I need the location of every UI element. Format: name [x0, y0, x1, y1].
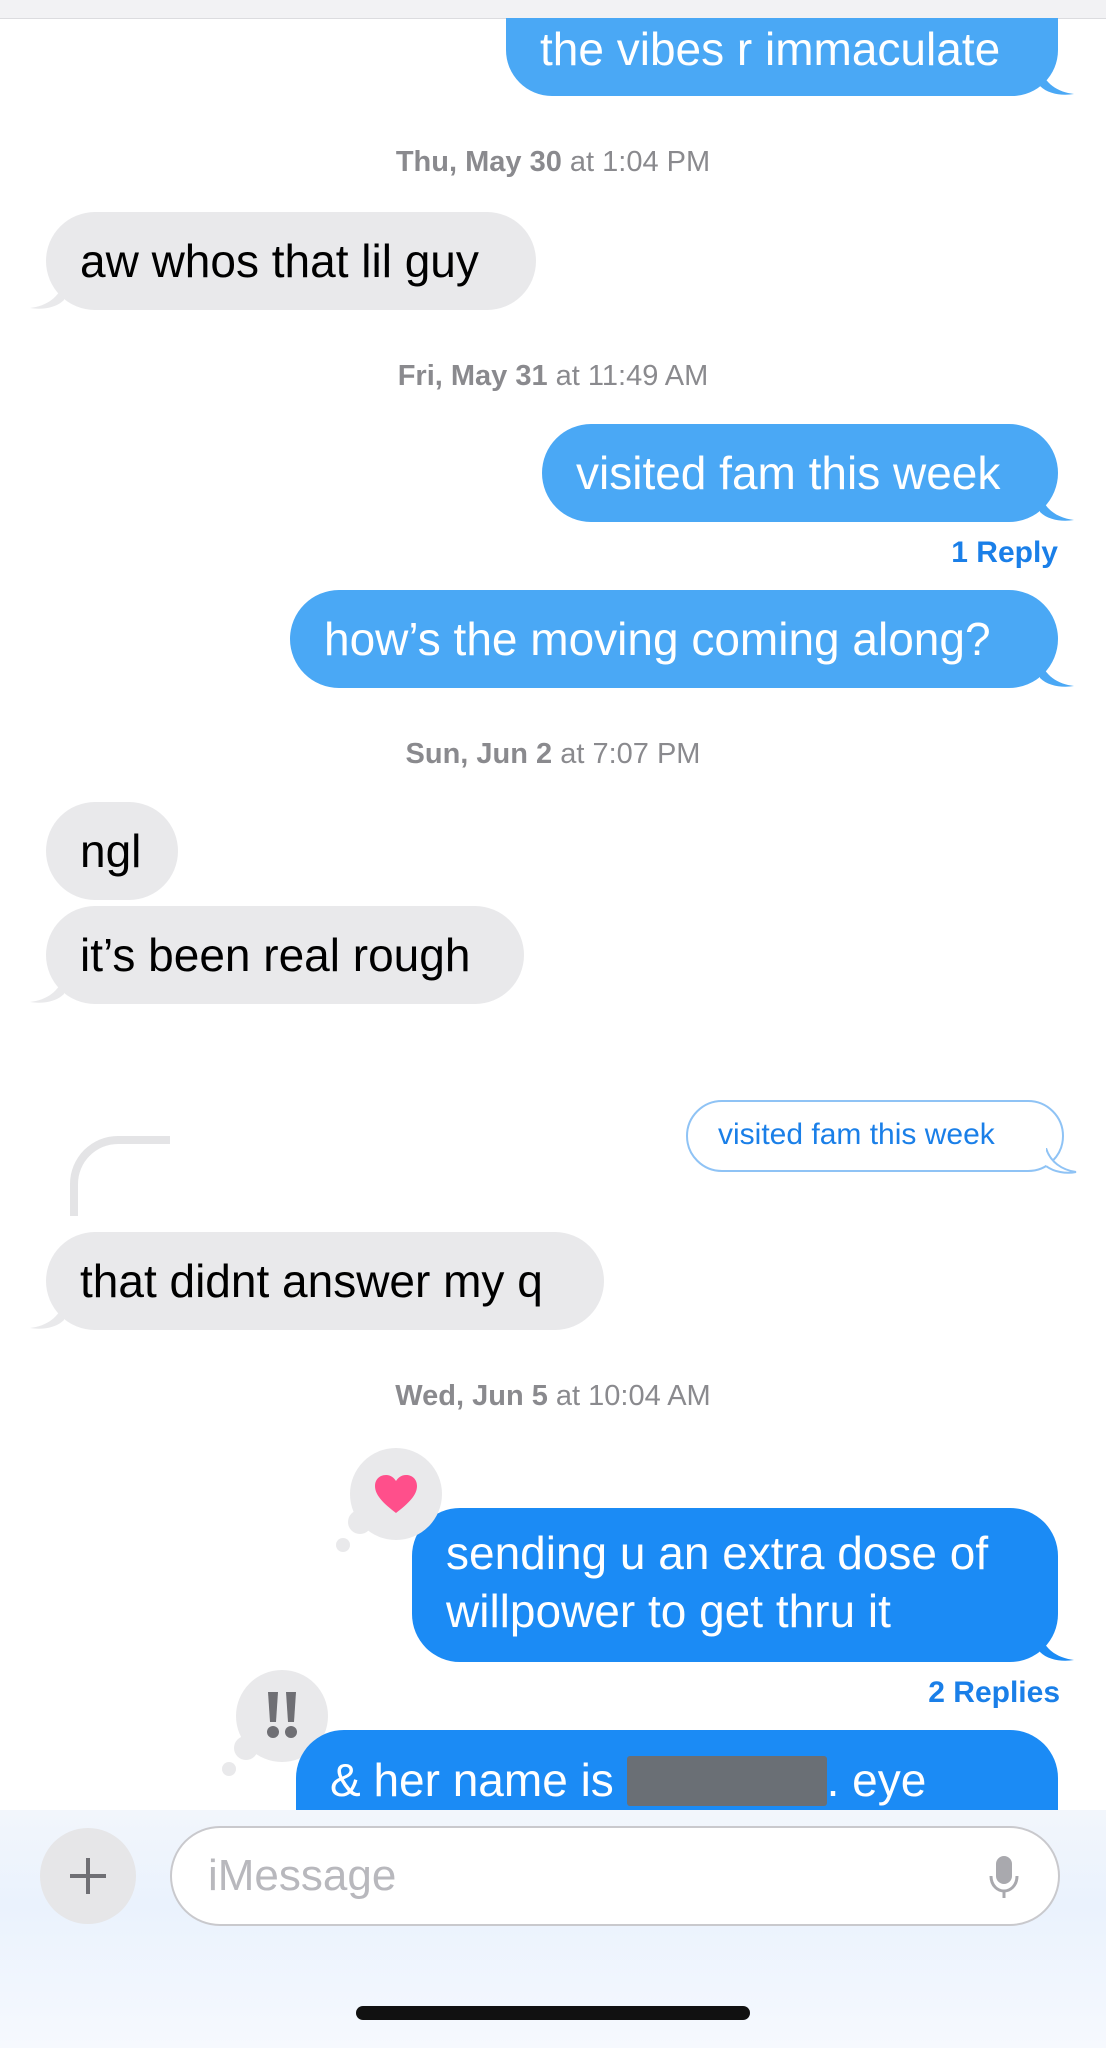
timestamp: Sun, Jun 2 at 7:07 PM: [405, 738, 701, 770]
message-text-line: willpower to get thru it: [446, 1585, 891, 1637]
message-bubble-outgoing[interactable]: the vibes r immaculate: [506, 18, 1058, 96]
message-input-placeholder: iMessage: [208, 1851, 397, 1900]
tapback-tail: [336, 1538, 350, 1552]
heart-icon: [375, 1475, 417, 1513]
bubble-tail: [1040, 66, 1074, 95]
reply-thread-connector: [70, 1136, 170, 1216]
timestamp: Fri, May 31 at 11:49 AM: [397, 360, 709, 392]
bubble-tail: [30, 280, 64, 309]
timestamp: Wed, Jun 5 at 10:04 AM: [395, 1380, 711, 1412]
microphone-icon[interactable]: [988, 1854, 1020, 1900]
home-indicator[interactable]: [356, 2006, 750, 2020]
bubble-tail: [1040, 1632, 1074, 1661]
bubble-tail: [30, 974, 64, 1003]
message-text: that didnt answer my q: [80, 1255, 543, 1307]
tapback-heart[interactable]: [350, 1448, 442, 1540]
bubble-tail: [1040, 492, 1074, 521]
top-edge: [0, 0, 1106, 19]
message-text: visited fam this week: [576, 447, 1001, 499]
quoted-reply-bubble[interactable]: visited fam this week: [686, 1100, 1064, 1172]
message-bubble-outgoing[interactable]: how’s the moving coming along?: [290, 590, 1058, 688]
message-bubble-incoming[interactable]: aw whos that lil guy: [46, 212, 536, 310]
message-bubble-incoming[interactable]: it’s been real rough: [46, 906, 524, 1004]
bubble-tail: [1040, 658, 1074, 687]
message-text-line: sending u an extra dose of: [446, 1527, 989, 1579]
tapback-tail: [222, 1762, 236, 1776]
message-text: & her name is: [330, 1754, 614, 1806]
message-text: ngl: [80, 825, 142, 877]
timestamp: Thu, May 30 at 1:04 PM: [395, 146, 711, 178]
message-text: the vibes r immaculate: [540, 23, 1001, 75]
message-bubble-outgoing[interactable]: sending u an extra dose of willpower to …: [412, 1508, 1058, 1662]
message-text: . eye: [826, 1754, 927, 1806]
message-text: aw whos that lil guy: [80, 235, 479, 287]
messages-screen: the vibes r immaculate Thu, May 30 at 1:…: [0, 0, 1106, 2048]
message-text: how’s the moving coming along?: [324, 613, 991, 665]
double-exclamation-icon: [267, 1692, 297, 1738]
message-bubble-outgoing[interactable]: visited fam this week: [542, 424, 1058, 522]
thread-replies-link[interactable]: 1 Reply: [850, 536, 1058, 570]
message-bubble-incoming[interactable]: that didnt answer my q: [46, 1232, 604, 1330]
message-bubble-incoming[interactable]: ngl: [46, 802, 178, 900]
redacted-block: [626, 1755, 827, 1806]
add-attachment-button[interactable]: [40, 1828, 136, 1924]
message-text: it’s been real rough: [80, 929, 471, 981]
message-input[interactable]: iMessage: [170, 1826, 1060, 1926]
bubble-tail: [30, 1300, 64, 1329]
plus-icon: [70, 1858, 106, 1894]
thread-replies-link[interactable]: 2 Replies: [820, 1676, 1060, 1710]
bubble-tail: [1046, 1148, 1077, 1174]
quoted-text: visited fam this week: [718, 1118, 995, 1151]
